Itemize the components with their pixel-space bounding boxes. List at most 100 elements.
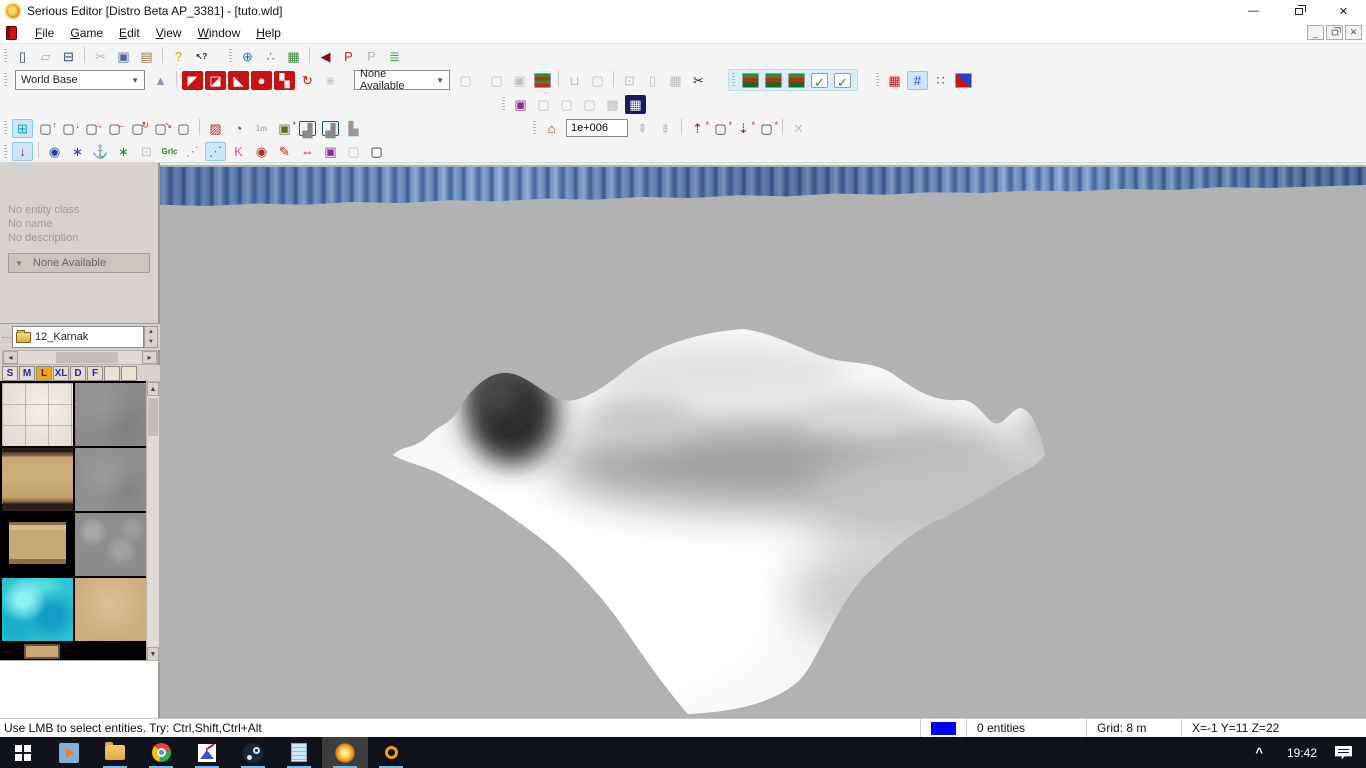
sound-speaker-icon[interactable]: ◀ (315, 47, 336, 66)
texture-vscrollbar[interactable]: ▲ ▼ (146, 381, 160, 662)
check-page-a-icon[interactable]: ✓ (811, 72, 828, 90)
open-file-icon[interactable]: ▱ (35, 47, 56, 66)
size-tab-d[interactable]: D (70, 366, 86, 381)
path-dots-green-icon[interactable]: ⋰ (205, 142, 226, 161)
size-tab-f[interactable]: F (87, 366, 103, 381)
world-base-combo[interactable]: World Base ▼ (15, 70, 145, 90)
csg-add-icon[interactable]: ◤ (182, 70, 203, 90)
selection-block-icon[interactable]: ▦ (884, 71, 905, 90)
viewport-3d[interactable] (160, 163, 1366, 718)
layer-stack-c-icon[interactable] (788, 72, 805, 88)
menu-file[interactable]: File (27, 24, 62, 42)
file-explorer-icon[interactable] (92, 737, 138, 768)
stretch-down-icon[interactable]: ▢ ↓ (58, 119, 80, 138)
check-page-b-icon[interactable]: ✓ (834, 72, 851, 90)
context-help-icon[interactable]: ↖? (191, 47, 212, 66)
spawn-cube-up-icon[interactable]: ▢ * (710, 119, 732, 138)
menu-view[interactable]: View (148, 24, 190, 42)
texture-partial-row[interactable] (2, 643, 146, 659)
particle-p-red-icon[interactable]: P (338, 47, 359, 66)
mdi-restore-button[interactable] (1326, 25, 1343, 40)
csg-subtract-icon[interactable]: ◪ (205, 70, 226, 90)
toolbar-grip[interactable] (4, 73, 7, 87)
scissors-icon[interactable]: ✂ (688, 71, 709, 90)
toolbar-grip[interactable] (732, 73, 735, 87)
snapshot-camera-icon[interactable]: ▣ * (274, 119, 296, 138)
stretch-up-icon[interactable]: ▢ ↑ (35, 119, 57, 138)
primitive-pyramid-icon[interactable]: ▲ (150, 71, 171, 90)
spawn-arrow-up-icon[interactable]: ⇡ * (687, 119, 709, 138)
cube-purple-icon[interactable]: ▣ (320, 142, 341, 161)
document-book-icon[interactable] (6, 25, 17, 40)
menu-help[interactable]: Help (248, 24, 289, 42)
mdi-close-button[interactable]: ✕ (1345, 25, 1362, 40)
csg-sphere-icon[interactable]: ● (251, 70, 272, 90)
spawn-cube-down-icon[interactable]: ▢ * (756, 119, 778, 138)
copy-icon[interactable]: ▣ (113, 47, 134, 66)
serious-editor-icon[interactable] (322, 737, 368, 768)
close-button[interactable]: ✕ (1321, 0, 1366, 22)
view-eye-icon[interactable]: ◉ (44, 142, 65, 161)
paste-icon[interactable]: ▤ (136, 47, 157, 66)
entity-spheres-icon[interactable]: ∴ (260, 47, 281, 66)
texture-folder-combo[interactable]: 12_Karnak (12, 326, 144, 348)
notification-center-icon[interactable] (1335, 745, 1352, 760)
toolbar-grip[interactable] (502, 97, 505, 111)
toolbar-grip[interactable] (229, 49, 232, 63)
entity-eye-icon[interactable]: ◉ (251, 142, 272, 161)
notepad-icon[interactable] (276, 737, 322, 768)
texture-sand[interactable] (75, 578, 146, 641)
texture-cyan-water[interactable] (2, 578, 73, 641)
save-file-icon[interactable]: ⊟ (58, 47, 79, 66)
menu-window[interactable]: Window (190, 24, 249, 42)
toolbar-grip[interactable] (876, 73, 879, 87)
scroll-right-icon[interactable]: ▸ (142, 351, 157, 364)
help-icon[interactable]: ? (168, 47, 189, 66)
anchor-icon[interactable]: ⚓ (90, 142, 111, 161)
star-green-icon[interactable]: ∗ (113, 142, 134, 161)
start-button[interactable] (0, 737, 46, 768)
menu-game[interactable]: Game (62, 24, 111, 42)
texture-gray-stone[interactable] (75, 383, 146, 446)
scroll-down-icon[interactable]: ▼ (147, 647, 159, 661)
grid-lock-icon[interactable]: Grlc (159, 142, 180, 161)
stretch-right-icon[interactable]: ▢ → (81, 119, 103, 138)
texture-folder-spinner[interactable]: ▲ ▼ (144, 326, 158, 348)
size-tab-xl[interactable]: XL (53, 366, 69, 381)
mip-home-icon[interactable]: ⌂ (541, 119, 562, 138)
toolbar-grip[interactable] (4, 121, 7, 135)
texture-hscrollbar[interactable]: ◂ ▸ (2, 350, 158, 365)
cube-black-icon[interactable]: ▢ (366, 142, 387, 161)
snap-grid-icon[interactable]: ⊞ (12, 118, 33, 138)
time-walk-icon[interactable]: ◔ (228, 119, 249, 138)
chrome-icon[interactable] (138, 737, 184, 768)
texture-gray-rough[interactable] (75, 448, 146, 511)
size-tab-m[interactable]: M (19, 366, 35, 381)
csg-copy-icon[interactable]: ↻ (297, 71, 318, 90)
none-available-combo[interactable]: None Available ▼ (354, 68, 450, 92)
texture-image-icon[interactable]: ▦ (283, 47, 304, 66)
image-editor-icon[interactable] (184, 737, 230, 768)
csg-checker-icon[interactable]: ▚ (274, 70, 295, 90)
serious-sam-icon[interactable] (368, 737, 414, 768)
mdi-minimize-button[interactable]: _ (1307, 25, 1324, 40)
layer-stack-a-icon[interactable] (742, 72, 759, 88)
menu-edit[interactable]: Edit (111, 24, 148, 42)
texture-stone-tiles[interactable] (2, 383, 73, 446)
script-list-icon[interactable]: ≣ (384, 47, 405, 66)
texture-paint-icon[interactable]: ▨ (205, 119, 226, 138)
hash-grid-icon[interactable]: # (907, 70, 928, 90)
rotate-cube-icon[interactable]: ▢ ↻ (127, 119, 149, 138)
layer-stack-b-icon[interactable] (765, 72, 782, 88)
paint-pencil-icon[interactable]: ✎ (274, 142, 295, 161)
scroll-left-icon[interactable]: ◂ (3, 351, 18, 364)
portal-cube-icon[interactable]: ▣ (510, 95, 531, 114)
test-game-window-icon[interactable]: ▟ (299, 121, 316, 138)
gravity-arrow-icon[interactable]: ↓ (12, 142, 33, 161)
spinner-up-icon[interactable]: ▲ (145, 327, 157, 337)
mirror-flip-icon[interactable]: ⇔ (297, 142, 318, 161)
entity-property-combo[interactable]: ▼ None Available (8, 253, 150, 273)
texture-tan-plaque[interactable] (2, 513, 73, 576)
spawn-arrow-down-icon[interactable]: ⇣ * (733, 119, 755, 138)
size-tab-l[interactable]: L (36, 366, 52, 381)
